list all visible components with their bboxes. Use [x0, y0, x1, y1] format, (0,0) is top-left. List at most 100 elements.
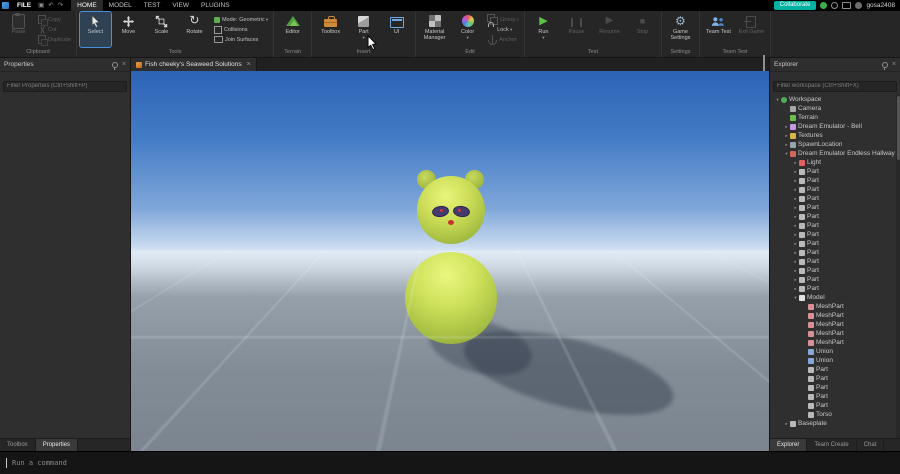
explorer-item[interactable]: ▸ Part — [770, 185, 896, 194]
expand-arrow-icon[interactable]: ▸ — [783, 421, 790, 427]
explorer-item[interactable]: ▸ Part — [770, 194, 896, 203]
chat-bubble-icon[interactable] — [842, 2, 852, 9]
close-icon[interactable]: × — [122, 61, 126, 68]
panel-tab[interactable]: Properties — [35, 439, 79, 451]
explorer-item[interactable]: ▸ Part — [770, 239, 896, 248]
expand-arrow-icon[interactable]: ▸ — [792, 196, 799, 202]
explorer-item[interactable]: ▸ Part — [770, 230, 896, 239]
expand-arrow-icon[interactable]: ▸ — [792, 223, 799, 229]
explorer-item[interactable]: ▸ Part — [770, 176, 896, 185]
expand-arrow-icon[interactable]: ▸ — [792, 169, 799, 175]
panel-tab[interactable]: Explorer — [770, 439, 808, 451]
move-tool-button[interactable]: Move — [113, 12, 144, 47]
tab-close-icon[interactable]: × — [247, 61, 251, 68]
expand-arrow-icon[interactable]: ▸ — [792, 187, 799, 193]
character-model[interactable] — [405, 170, 497, 346]
explorer-item[interactable]: ▸ Part — [770, 248, 896, 257]
explorer-filter-input[interactable] — [773, 80, 897, 92]
explorer-item[interactable]: ▸ Part — [770, 167, 896, 176]
explorer-item[interactable]: MeshPart — [770, 329, 896, 338]
scale-tool-button[interactable]: Scale — [146, 12, 177, 47]
mode-dropdown[interactable]: Mode: Geometric — [212, 15, 270, 24]
notifications-icon[interactable] — [831, 2, 839, 9]
expand-arrow-icon[interactable]: ▸ — [792, 178, 799, 184]
expand-arrow-icon[interactable]: ▾ — [774, 97, 781, 103]
ribbon-tab[interactable]: HOME — [71, 0, 103, 11]
explorer-item[interactable]: Torso — [770, 410, 896, 419]
stop-button[interactable]: ■ Stop — [627, 12, 658, 47]
expand-arrow-icon[interactable]: ▸ — [792, 259, 799, 265]
anchor-button[interactable]: Anchor — [485, 34, 521, 45]
run-button[interactable]: ▶ Run — [528, 12, 559, 47]
pin-icon[interactable] — [111, 61, 118, 70]
expand-arrow-icon[interactable]: ▸ — [783, 124, 790, 130]
pin-icon[interactable] — [881, 61, 888, 70]
explorer-item[interactable]: Union — [770, 356, 896, 365]
explorer-item[interactable]: Part — [770, 401, 896, 410]
explorer-item[interactable]: ▸ Part — [770, 221, 896, 230]
select-tool-button[interactable]: Select — [78, 11, 112, 48]
ribbon-tab[interactable]: MODEL — [103, 0, 138, 11]
explorer-item[interactable]: Part — [770, 374, 896, 383]
presence-icon[interactable] — [820, 2, 828, 9]
expand-arrow-icon[interactable]: ▾ — [783, 151, 790, 157]
expand-arrow-icon[interactable]: ▸ — [783, 142, 790, 148]
explorer-item[interactable]: ▸ Part — [770, 203, 896, 212]
explorer-item[interactable]: ▸ Part — [770, 284, 896, 293]
resume-button[interactable]: ▶ Resume — [594, 12, 625, 47]
viewport-tab[interactable]: Fish cheeky's Seaweed Solutions × — [131, 58, 257, 71]
explorer-item[interactable]: ▾ Workspace — [770, 95, 896, 104]
exit-game-button[interactable]: Exit Game — [736, 12, 767, 47]
explorer-item[interactable]: Terrain — [770, 113, 896, 122]
expand-arrow-icon[interactable]: ▸ — [792, 286, 799, 292]
collisions-toggle[interactable]: Collisions — [212, 25, 270, 34]
expand-arrow-icon[interactable]: ▸ — [792, 250, 799, 256]
user-avatar[interactable] — [855, 2, 863, 9]
explorer-item[interactable]: MeshPart — [770, 311, 896, 320]
panel-tab[interactable]: Team Create — [807, 439, 857, 451]
explorer-item[interactable]: Part — [770, 365, 896, 374]
explorer-item[interactable]: ▸ Part — [770, 212, 896, 221]
duplicate-button[interactable]: Duplicate — [36, 35, 73, 46]
ribbon-tab[interactable]: VIEW — [166, 0, 195, 11]
explorer-item[interactable]: ▸ Part — [770, 275, 896, 284]
panel-tab[interactable]: Toolbox — [0, 439, 36, 451]
explorer-item[interactable]: ▸ Textures — [770, 131, 896, 140]
terrain-editor-button[interactable]: Editor — [277, 12, 308, 47]
toolbox-button[interactable]: Toolbox — [315, 12, 346, 47]
explorer-item[interactable]: ▸ SpawnLocation — [770, 140, 896, 149]
command-input[interactable] — [10, 458, 894, 468]
explorer-item[interactable]: ▸ Light — [770, 158, 896, 167]
cut-button[interactable]: Cut — [36, 25, 73, 34]
expand-arrow-icon[interactable]: ▸ — [792, 205, 799, 211]
game-settings-button[interactable]: ⚙ Game Settings — [665, 12, 696, 47]
scrollbar-thumb[interactable] — [896, 96, 900, 160]
expand-arrow-icon[interactable]: ▸ — [792, 268, 799, 274]
paste-button[interactable]: Paste — [3, 12, 34, 47]
copy-button[interactable]: Copy — [36, 15, 73, 26]
collaborate-button[interactable]: Collaborate — [773, 1, 817, 10]
explorer-item[interactable]: MeshPart — [770, 320, 896, 329]
close-icon[interactable]: × — [892, 61, 896, 68]
color-button[interactable]: Color — [452, 12, 483, 47]
undo-icon[interactable]: ↶ — [46, 0, 55, 11]
redo-icon[interactable]: ↷ — [56, 0, 65, 11]
file-menu-button[interactable]: FILE — [12, 0, 36, 11]
expand-arrow-icon[interactable]: ▸ — [792, 241, 799, 247]
expand-arrow-icon[interactable]: ▸ — [792, 277, 799, 283]
explorer-scrollbar[interactable] — [896, 94, 900, 438]
expand-arrow-icon[interactable]: ▸ — [792, 214, 799, 220]
explorer-item[interactable]: Camera — [770, 104, 896, 113]
material-manager-button[interactable]: Material Manager — [419, 12, 450, 47]
explorer-item[interactable]: Part — [770, 383, 896, 392]
explorer-item[interactable]: ▸ Baseplate — [770, 419, 896, 428]
explorer-item[interactable]: Union — [770, 347, 896, 356]
explorer-item[interactable]: ▸ Dream Emulator - Bell — [770, 122, 896, 131]
expand-arrow-icon[interactable]: ▾ — [792, 295, 799, 301]
lock-button[interactable]: Lock — [485, 25, 521, 34]
ui-button[interactable]: UI — [381, 12, 412, 47]
explorer-item[interactable]: ▸ Part — [770, 266, 896, 275]
team-test-button[interactable]: Team Test — [703, 12, 734, 47]
explorer-item[interactable]: MeshPart — [770, 302, 896, 311]
explorer-item[interactable]: Part — [770, 392, 896, 401]
